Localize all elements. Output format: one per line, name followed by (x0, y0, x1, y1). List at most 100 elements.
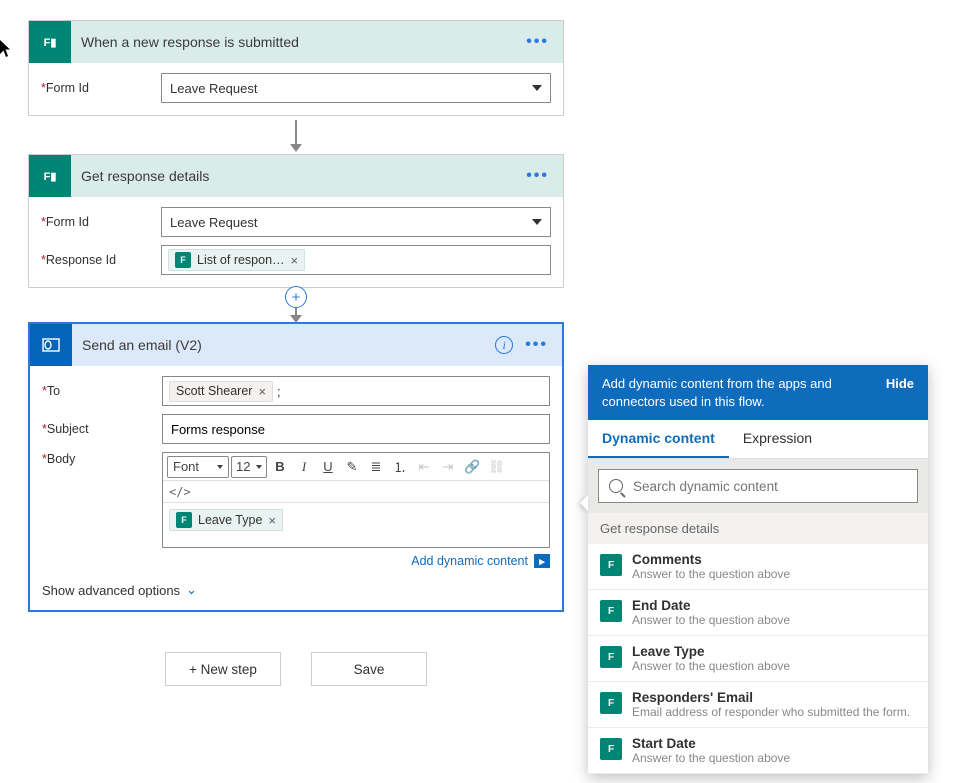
chevron-down-icon (532, 219, 542, 225)
remove-token-icon[interactable]: × (268, 513, 276, 528)
mouse-cursor (0, 40, 12, 58)
panel-header-text: Add dynamic content from the apps and co… (602, 375, 866, 410)
rte-font-select[interactable]: Font (167, 456, 229, 478)
dynamic-item[interactable]: F Start DateAnswer to the question above (588, 728, 928, 774)
panel-section-title: Get response details (588, 513, 928, 544)
dynamic-item[interactable]: F Responders' EmailEmail address of respo… (588, 682, 928, 728)
dynamic-item-desc: Answer to the question above (632, 567, 790, 581)
form-id-value: Leave Request (170, 81, 257, 96)
add-dynamic-link[interactable]: Add dynamic content (411, 554, 528, 568)
chevron-down-icon (217, 465, 223, 469)
dynamic-content-panel: Add dynamic content from the apps and co… (588, 365, 928, 774)
outlook-icon (30, 324, 72, 366)
rte-highlight[interactable]: ✎ (341, 456, 363, 478)
body-content[interactable]: F Leave Type × (163, 503, 549, 547)
to-input[interactable]: Scott Shearer × ; (162, 376, 550, 406)
rte-unlink: ⛓ (485, 456, 508, 478)
tab-expression[interactable]: Expression (729, 420, 826, 458)
send-email-header[interactable]: Send an email (V2) i ••• (30, 324, 562, 366)
dynamic-item-name: Start Date (632, 736, 790, 751)
rte-indent: ⇥ (437, 456, 459, 478)
form-id-select[interactable]: Leave Request (161, 73, 551, 103)
forms-icon: F (600, 692, 622, 714)
info-icon[interactable]: i (495, 336, 513, 354)
subject-input[interactable] (162, 414, 550, 444)
rte-numbers[interactable]: ⒈ (389, 456, 411, 478)
dynamic-item-name: Comments (632, 552, 790, 567)
rte-underline[interactable]: U (317, 456, 339, 478)
send-email-title: Send an email (V2) (72, 337, 495, 353)
rte-bold[interactable]: B (269, 456, 291, 478)
to-separator: ; (277, 384, 281, 399)
panel-items: FCommentsAnswer to the question aboveFEn… (588, 544, 928, 774)
forms-icon: F (600, 646, 622, 668)
dynamic-item[interactable]: F Leave TypeAnswer to the question above (588, 636, 928, 682)
rte-outdent: ⇤ (413, 456, 435, 478)
trigger-menu-dots[interactable]: ••• (526, 33, 549, 51)
subject-label: *Subject (42, 422, 162, 436)
connector-arrow (28, 116, 564, 154)
get-details-menu-dots[interactable]: ••• (526, 167, 549, 185)
form-id-value: Leave Request (170, 215, 257, 230)
body-token-leave-type[interactable]: F Leave Type × (169, 509, 283, 531)
rte-toolbar: Font 12 B I U ✎ ≣ ⒈ ⇤ ⇥ (163, 453, 549, 481)
panel-notch (580, 495, 588, 511)
rte-italic[interactable]: I (293, 456, 315, 478)
panel-search[interactable] (598, 469, 918, 503)
trigger-card[interactable]: F▮ When a new response is submitted ••• … (28, 20, 564, 116)
flow-canvas: F▮ When a new response is submitted ••• … (28, 20, 564, 686)
get-details-title: Get response details (71, 168, 526, 184)
form-id-label: *Form Id (41, 215, 161, 229)
dynamic-item-desc: Email address of responder who submitted… (632, 705, 910, 719)
body-label: *Body (42, 452, 162, 466)
rte-code-toggle[interactable]: </> (163, 481, 549, 503)
get-details-header[interactable]: F▮ Get response details ••• (29, 155, 563, 197)
remove-token-icon[interactable]: × (291, 253, 299, 268)
rte-bullets[interactable]: ≣ (365, 456, 387, 478)
chevron-down-icon: ⌄ (186, 582, 197, 598)
panel-search-input[interactable] (631, 478, 907, 495)
trigger-header[interactable]: F▮ When a new response is submitted ••• (29, 21, 563, 63)
panel-header: Add dynamic content from the apps and co… (588, 365, 928, 420)
panel-tabs: Dynamic content Expression (588, 420, 928, 459)
search-icon (609, 479, 623, 493)
to-label: *To (42, 384, 162, 398)
tab-dynamic-content[interactable]: Dynamic content (588, 420, 729, 458)
show-advanced-toggle[interactable]: Show advanced options ⌄ (42, 582, 550, 598)
response-id-token[interactable]: F List of respon… × (168, 249, 305, 271)
trigger-title: When a new response is submitted (71, 34, 526, 50)
dynamic-item-name: Leave Type (632, 644, 790, 659)
remove-person-icon[interactable]: × (258, 384, 266, 399)
body-editor[interactable]: Font 12 B I U ✎ ≣ ⒈ ⇤ ⇥ (162, 452, 550, 548)
connector-arrow-with-add: + (28, 288, 564, 322)
dynamic-item[interactable]: F CommentsAnswer to the question above (588, 544, 928, 590)
form-id-label: *Form Id (41, 81, 161, 95)
form-id-select-2[interactable]: Leave Request (161, 207, 551, 237)
dynamic-item[interactable]: FEnd DateAnswer to the question above (588, 590, 928, 636)
chevron-down-icon (256, 465, 262, 469)
dynamic-item-desc: Answer to the question above (632, 613, 790, 627)
to-person-token[interactable]: Scott Shearer × (169, 381, 273, 402)
hide-panel-link[interactable]: Hide (886, 375, 914, 410)
send-email-menu-dots[interactable]: ••• (525, 336, 548, 354)
get-details-card[interactable]: F▮ Get response details ••• *Form Id Lea… (28, 154, 564, 288)
forms-icon: F (600, 600, 622, 622)
response-id-input[interactable]: F List of respon… × (161, 245, 551, 275)
dynamic-item-name: Responders' Email (632, 690, 910, 705)
forms-icon: F (600, 554, 622, 576)
save-button[interactable]: Save (311, 652, 427, 686)
send-email-card[interactable]: Send an email (V2) i ••• *To Scott Shear… (28, 322, 564, 612)
dynamic-item-desc: Answer to the question above (632, 659, 790, 673)
forms-icon: F▮ (29, 21, 71, 63)
panel-search-wrap (588, 459, 928, 513)
chevron-down-icon (532, 85, 542, 91)
response-id-label: *Response Id (41, 253, 161, 267)
forms-icon: F (600, 738, 622, 760)
new-step-button[interactable]: + New step (165, 652, 281, 686)
add-step-plus[interactable]: + (285, 286, 307, 308)
forms-icon: F (175, 252, 191, 268)
dynamic-item-desc: Answer to the question above (632, 751, 790, 765)
rte-link[interactable]: 🔗 (461, 456, 483, 478)
add-dynamic-badge-icon[interactable]: ▸ (534, 554, 550, 568)
rte-size-select[interactable]: 12 (231, 456, 267, 478)
